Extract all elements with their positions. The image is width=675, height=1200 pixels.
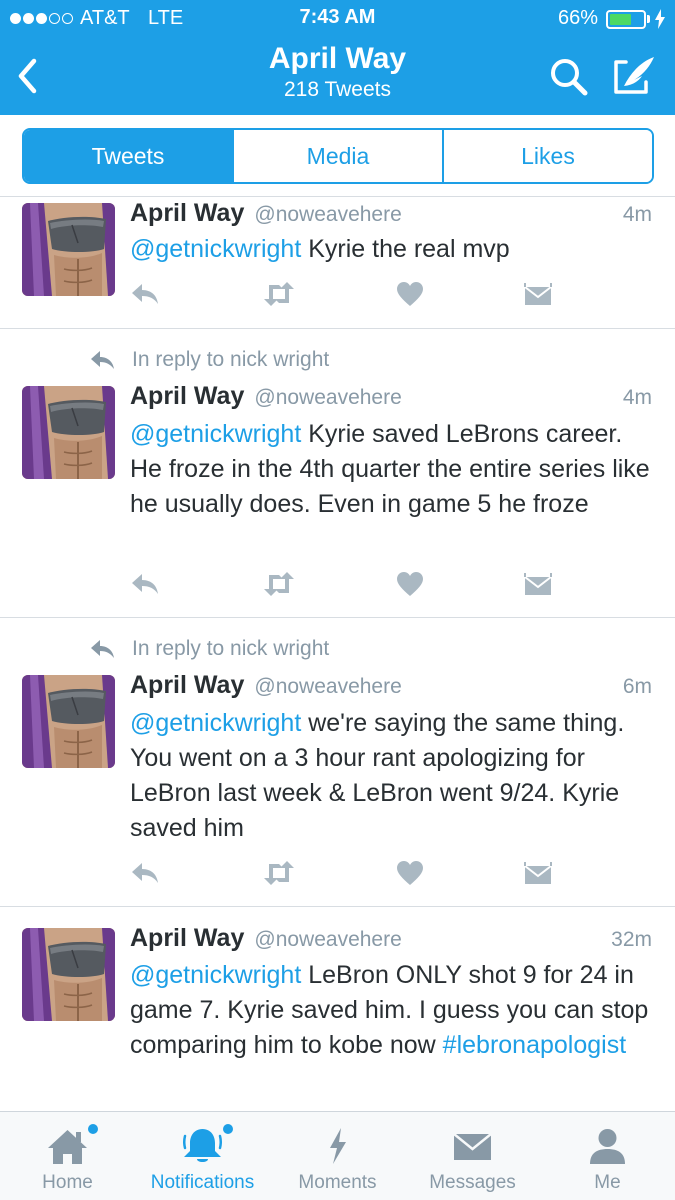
tweet-item[interactable]: In reply to nick wright April Way @nowea… (0, 618, 675, 906)
tweet-author-name[interactable]: April Way (130, 199, 244, 228)
reply-context[interactable]: In reply to nick wright (90, 634, 329, 664)
status-bar: AT&T LTE 7:43 AM 66% (0, 0, 675, 36)
like-icon[interactable] (396, 281, 424, 307)
person-icon (590, 1129, 625, 1164)
unread-badge (223, 1124, 233, 1134)
tweet-actions (130, 281, 560, 311)
tab-label: Moments (298, 1172, 377, 1193)
envelope-icon (453, 1133, 492, 1160)
tweet-text: @getnickwright Kyrie the real mvp (130, 232, 655, 267)
tab-likes[interactable]: Likes (442, 130, 652, 182)
tweet-header: April Way @noweavehere 32m (130, 924, 652, 956)
tab-label: Messages (429, 1172, 516, 1193)
direct-message-icon[interactable] (523, 281, 553, 307)
tweet-item[interactable]: April Way @noweavehere 32m @getnickwrigh… (0, 907, 675, 1111)
profile-tabs: Tweets Media Likes (22, 128, 654, 184)
battery-tip (647, 15, 650, 23)
tab-label: Me (594, 1172, 621, 1193)
avatar[interactable] (22, 675, 115, 768)
tweet-author-name[interactable]: April Way (130, 924, 244, 953)
tweet-text: @getnickwright Kyrie saved LeBrons caree… (130, 417, 655, 522)
tweet-item[interactable]: In reply to nick wright April Way @nowea… (0, 329, 675, 617)
tweet-author-handle[interactable]: @noweavehere (254, 386, 401, 410)
battery-percent: 66% (558, 7, 599, 29)
battery-icon (606, 10, 646, 29)
navigation-header: AT&T LTE 7:43 AM 66% April Way 218 Tweet… (0, 0, 675, 115)
tab-label: Home (42, 1172, 93, 1193)
compose-icon[interactable] (612, 54, 658, 96)
tweet-header: April Way @noweavehere 4m (130, 199, 652, 231)
tweet-timestamp: 4m (622, 203, 652, 226)
reply-icon[interactable] (130, 860, 160, 886)
tweet-author-handle[interactable]: @noweavehere (254, 203, 401, 227)
tab-tweets[interactable]: Tweets (24, 130, 232, 182)
tab-me[interactable]: Me (540, 1112, 675, 1200)
tweet-header: April Way @noweavehere 6m (130, 671, 652, 703)
avatar[interactable] (22, 928, 115, 1021)
tweet-body: Kyrie the real mvp (301, 235, 510, 263)
tweet-item[interactable]: April Way @noweavehere 4m @getnickwright… (0, 197, 675, 328)
tweet-actions (130, 860, 560, 890)
mention-link[interactable]: @getnickwright (130, 420, 301, 448)
reply-context[interactable]: In reply to nick wright (90, 345, 329, 375)
reply-context-label: In reply to nick wright (132, 637, 330, 660)
reply-icon[interactable] (130, 571, 160, 597)
battery-level-fill (610, 14, 631, 25)
retweet-icon[interactable] (261, 571, 297, 597)
reply-arrow-icon (90, 638, 116, 660)
reply-context-label: In reply to nick wright (132, 348, 330, 371)
retweet-icon[interactable] (261, 281, 297, 307)
tweet-author-handle[interactable]: @noweavehere (254, 928, 401, 952)
home-icon (48, 1130, 87, 1164)
tweet-text: @getnickwright we're saying the same thi… (130, 706, 655, 846)
unread-badge (88, 1124, 98, 1134)
like-icon[interactable] (396, 571, 424, 597)
tweet-text: @getnickwright LeBron ONLY shot 9 for 24… (130, 958, 655, 1063)
reply-icon[interactable] (130, 281, 160, 307)
tweet-timestamp: 4m (622, 386, 652, 409)
hashtag-link[interactable]: #lebronapologist (443, 1031, 626, 1059)
tab-home[interactable]: Home (0, 1112, 135, 1200)
retweet-icon[interactable] (261, 860, 297, 886)
avatar[interactable] (22, 203, 115, 296)
tweet-timestamp: 32m (611, 928, 652, 951)
tab-notifications[interactable]: Notifications (135, 1112, 270, 1200)
tweet-header: April Way @noweavehere 4m (130, 382, 652, 414)
mention-link[interactable]: @getnickwright (130, 709, 301, 737)
tweet-author-handle[interactable]: @noweavehere (254, 675, 401, 699)
mention-link[interactable]: @getnickwright (130, 961, 301, 989)
reply-arrow-icon (90, 349, 116, 371)
direct-message-icon[interactable] (523, 571, 553, 597)
bottom-tab-bar: Home Notifications Moments Messages Me (0, 1111, 675, 1200)
lightning-icon (330, 1128, 346, 1164)
tweet-author-name[interactable]: April Way (130, 671, 244, 700)
tab-moments[interactable]: Moments (270, 1112, 405, 1200)
direct-message-icon[interactable] (523, 860, 553, 886)
tab-media[interactable]: Media (232, 130, 442, 182)
bell-icon (183, 1129, 222, 1162)
charging-bolt-icon (655, 9, 665, 29)
tab-label: Notifications (150, 1172, 255, 1193)
tweet-timestamp: 6m (622, 675, 652, 698)
search-icon[interactable] (548, 56, 590, 98)
tweet-actions (130, 571, 560, 601)
tab-messages[interactable]: Messages (405, 1112, 540, 1200)
avatar[interactable] (22, 386, 115, 479)
mention-link[interactable]: @getnickwright (130, 235, 301, 263)
tweet-author-name[interactable]: April Way (130, 382, 244, 411)
like-icon[interactable] (396, 860, 424, 886)
